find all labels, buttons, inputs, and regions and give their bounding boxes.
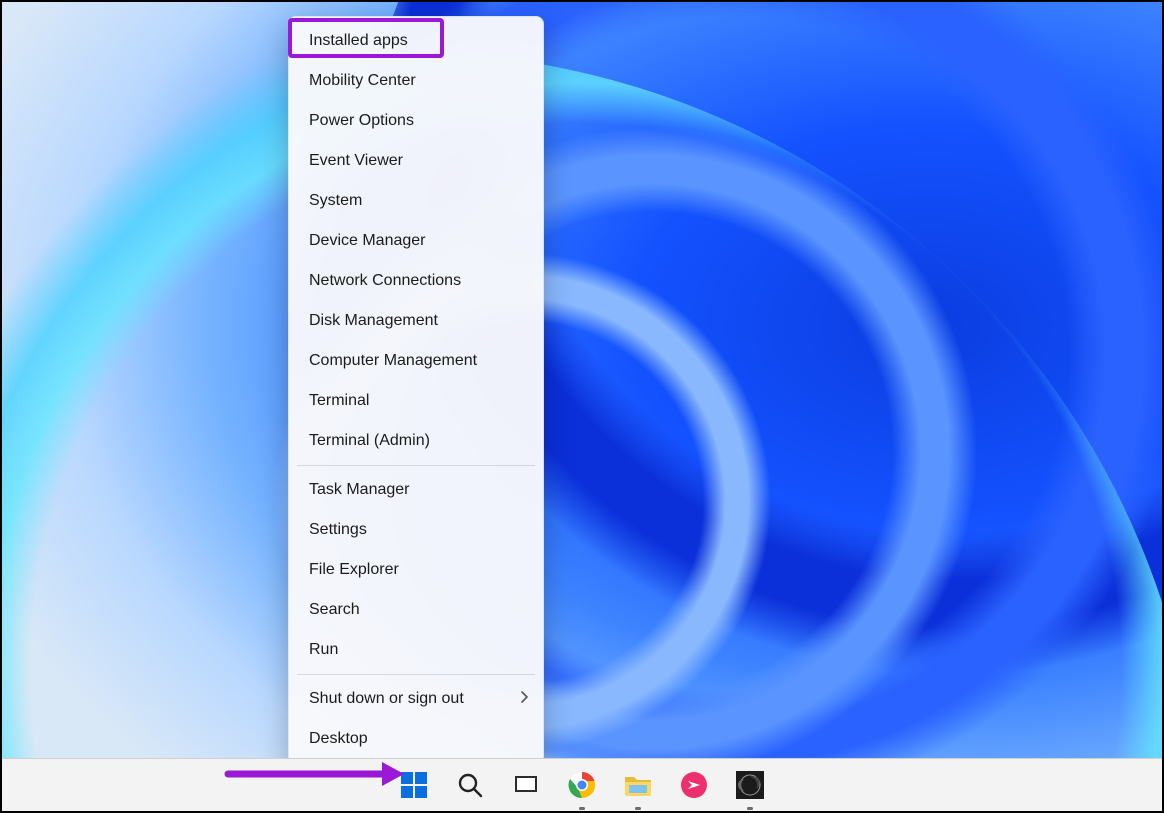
obs-icon: [736, 771, 764, 799]
menu-item-terminal[interactable]: Terminal: [289, 381, 543, 421]
menu-item-task-manager[interactable]: Task Manager: [289, 470, 543, 510]
taskbar-task-view-button[interactable]: [510, 769, 542, 801]
desktop-wallpaper: [2, 2, 1162, 811]
taskbar: [2, 758, 1162, 811]
chevron-right-icon: [521, 688, 529, 710]
menu-separator: [297, 465, 535, 466]
menu-item-terminal-admin[interactable]: Terminal (Admin): [289, 421, 543, 461]
menu-item-disk-management[interactable]: Disk Management: [289, 301, 543, 341]
search-icon: [457, 772, 483, 798]
menu-item-search[interactable]: Search: [289, 590, 543, 630]
menu-item-power-options[interactable]: Power Options: [289, 101, 543, 141]
chrome-icon: [568, 771, 596, 799]
annotation-arrow: [224, 758, 404, 795]
menu-item-computer-management[interactable]: Computer Management: [289, 341, 543, 381]
menu-item-mobility-center[interactable]: Mobility Center: [289, 61, 543, 101]
menu-item-settings[interactable]: Settings: [289, 510, 543, 550]
taskbar-app-chrome[interactable]: [566, 769, 598, 801]
taskbar-app-pink[interactable]: [678, 769, 710, 801]
task-view-icon: [513, 772, 539, 798]
menu-item-device-manager[interactable]: Device Manager: [289, 221, 543, 261]
menu-separator: [297, 674, 535, 675]
taskbar-search-button[interactable]: [454, 769, 486, 801]
windows-logo-icon: [400, 771, 428, 799]
winx-context-menu: Installed apps Mobility Center Power Opt…: [288, 16, 544, 764]
folder-icon: [623, 772, 653, 798]
menu-item-label: Shut down or sign out: [309, 690, 464, 707]
menu-item-file-explorer[interactable]: File Explorer: [289, 550, 543, 590]
menu-item-event-viewer[interactable]: Event Viewer: [289, 141, 543, 181]
menu-item-run[interactable]: Run: [289, 630, 543, 670]
taskbar-app-file-explorer[interactable]: [622, 769, 654, 801]
taskbar-app-obs[interactable]: [734, 769, 766, 801]
pink-app-icon: [680, 771, 708, 799]
menu-item-system[interactable]: System: [289, 181, 543, 221]
menu-item-shut-down-or-sign-out[interactable]: Shut down or sign out: [289, 679, 543, 719]
menu-item-network-connections[interactable]: Network Connections: [289, 261, 543, 301]
menu-item-desktop[interactable]: Desktop: [289, 719, 543, 759]
menu-item-installed-apps[interactable]: Installed apps: [289, 21, 543, 61]
